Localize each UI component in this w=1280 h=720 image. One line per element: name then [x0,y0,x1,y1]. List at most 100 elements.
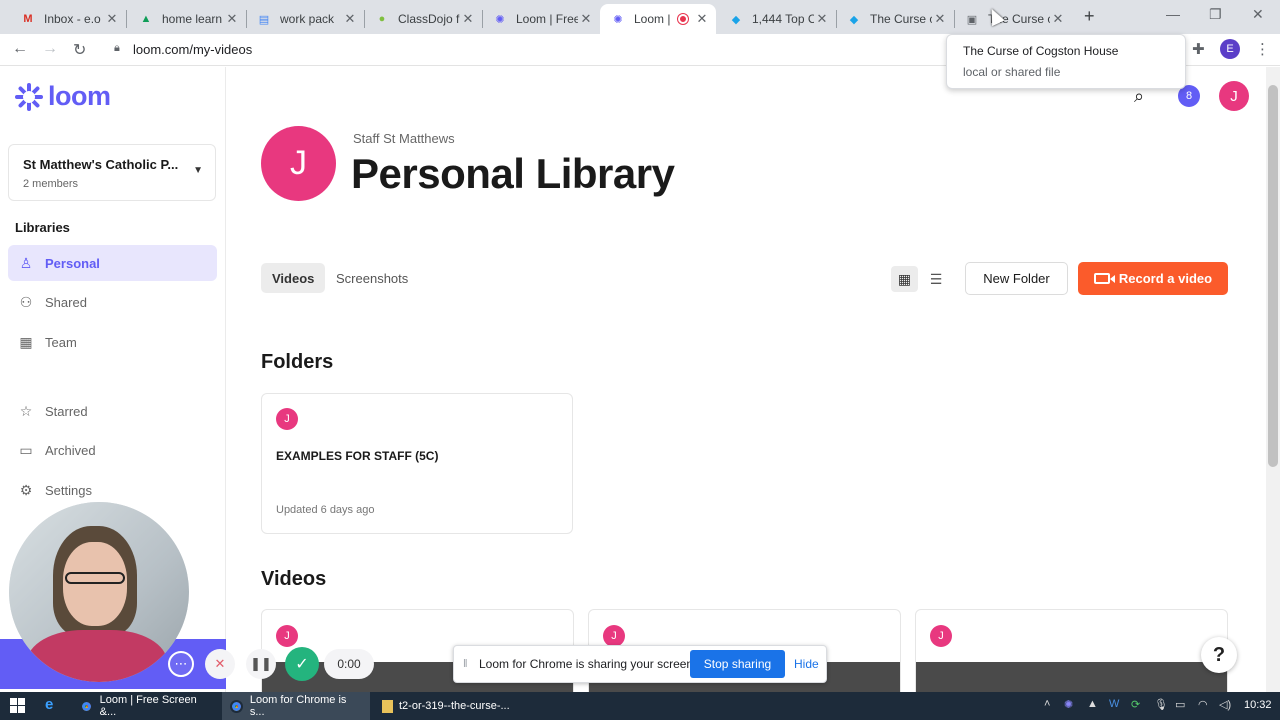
taskbar-app-loom[interactable]: Loom | Free Screen &... [72,692,220,720]
profile-avatar[interactable]: E [1220,39,1240,59]
help-button[interactable]: ? [1201,637,1237,673]
close-tab-icon[interactable]: ✕ [104,11,120,27]
close-tab-icon[interactable]: ✕ [460,11,476,27]
browser-tab-gmail[interactable]: M Inbox - e.o ✕ [10,4,126,34]
browser-tab-drive[interactable]: ▲ home learn ✕ [128,4,246,34]
close-tab-icon[interactable]: ✕ [1050,11,1066,27]
screen-sharing-notice: ‖ Loom for Chrome is sharing your screen… [453,645,827,683]
browser-tab-classdojo[interactable]: ● ClassDojo f ✕ [364,4,482,34]
clock[interactable]: 10:32 [1244,699,1272,711]
forward-arrow-icon[interactable]: → [42,40,58,58]
loom-logo-icon [15,82,43,111]
sidebar-item-archived[interactable]: ▭ Archived [8,432,217,468]
tab-videos[interactable]: Videos [261,263,326,293]
videos-heading: Videos [261,568,327,590]
user-avatar[interactable]: J [1219,81,1249,111]
video-owner-avatar: J [603,625,625,647]
taskbar-app-loom-chrome[interactable]: Loom for Chrome is s... [222,692,370,720]
finish-recording-icon[interactable]: ✓ [285,647,319,681]
drive-icon: ▲ [140,13,152,25]
grid-view-icon[interactable]: ▦ [891,266,918,292]
extensions-icon[interactable]: ✚ [1192,40,1205,58]
tab-tooltip: The Curse of Cogston House local or shar… [946,34,1186,89]
volume-icon[interactable]: ◁) [1219,698,1231,711]
browser-tab-curse-2[interactable]: ▣ The Curse c ✕ [954,4,1072,34]
edge-icon[interactable]: e [45,696,53,713]
new-tab-button[interactable]: + [1084,6,1095,27]
wifi-icon[interactable]: ◠ [1198,698,1208,711]
cancel-recording-icon[interactable]: ✕ [205,649,235,679]
restore-icon[interactable]: ❐ [1209,6,1222,23]
brand-name: loom [48,81,111,111]
libraries-heading: Libraries [15,220,70,235]
sidebar-item-team[interactable]: ▦ Team [8,324,217,360]
document-icon [382,699,393,713]
workspace-name: St Matthew's Catholic P... [23,157,179,172]
list-view-icon[interactable]: ☰ [926,266,946,292]
tab-title: Inbox - e.o [44,12,101,26]
video-card[interactable]: J [915,609,1228,699]
library-owner-avatar: J [261,126,336,201]
twinkl-icon: ◆ [849,13,859,26]
record-video-button[interactable]: Record a video [1078,262,1228,295]
tooltip-title: The Curse of Cogston House [963,44,1119,58]
close-tab-icon[interactable]: ✕ [224,11,240,27]
webcam-bubble[interactable] [9,502,189,682]
taskbar-app-title: Loom | Free Screen &... [99,694,197,718]
more-options-icon[interactable]: ⋯ [168,651,194,677]
battery-icon[interactable]: ▭ [1175,698,1185,711]
sidebar-item-starred[interactable]: ☆ Starred [8,393,217,429]
folder-card[interactable]: J EXAMPLES FOR STAFF (5C) Updated 6 days… [261,393,573,534]
tab-screenshots[interactable]: Screenshots [325,263,419,293]
drag-handle-icon[interactable]: ‖ [463,658,468,670]
docs-icon: ▤ [258,13,270,26]
reload-icon[interactable]: ↻ [73,40,86,60]
tooltip-subtitle: local or shared file [963,65,1061,79]
browser-tab-curse-1[interactable]: ◆ The Curse c ✕ [836,4,954,34]
sidebar-item-personal[interactable]: ♙ Personal [8,245,217,281]
browser-tab-docs[interactable]: ▤ work pack ✕ [246,4,364,34]
workspace-members: 2 members [23,178,79,190]
word-tray-icon[interactable]: W [1109,698,1119,710]
close-tab-icon[interactable]: ✕ [578,11,594,27]
sidebar-item-shared[interactable]: ⚇ Shared [8,284,217,320]
browser-tab-loom-active[interactable]: ✺ Loom | ✕ [600,4,716,34]
back-arrow-icon[interactable]: ← [12,40,28,58]
sharing-message: Loom for Chrome is sharing your screen. [479,657,697,671]
tray-chevron-icon[interactable]: ˄ [1044,698,1050,710]
sync-tray-icon[interactable]: ⟳ [1131,698,1140,711]
scrollbar-thumb[interactable] [1268,85,1278,467]
browser-menu-icon[interactable]: ⋮ [1255,40,1270,58]
new-folder-button[interactable]: New Folder [965,262,1068,295]
video-owner-avatar: J [930,625,952,647]
minimize-icon[interactable]: — [1166,6,1180,22]
folder-owner-avatar: J [276,408,298,430]
browser-tab-loom-free[interactable]: ✺ Loom | Free ✕ [482,4,600,34]
people-icon: ⚇ [19,293,33,310]
microphone-icon[interactable]: 🎙︎ [1154,698,1168,711]
close-window-icon[interactable]: ✕ [1252,6,1264,23]
pause-icon[interactable]: ❚❚ [246,649,276,679]
drive-tray-icon[interactable]: ▲ [1087,698,1098,710]
sidebar-item-label: Archived [45,442,96,458]
close-tab-icon[interactable]: ✕ [694,11,710,27]
loom-logo[interactable]: loom [15,81,111,112]
hide-button[interactable]: Hide [794,657,819,671]
workspace-switcher[interactable]: St Matthew's Catholic P... 2 members ▼ [8,144,216,201]
folder-name: EXAMPLES FOR STAFF (5C) [276,449,439,463]
windows-start-icon[interactable] [10,698,25,713]
close-tab-icon[interactable]: ✕ [342,11,358,27]
loom-tray-icon[interactable]: ✺ [1064,698,1073,711]
taskbar-app-document[interactable]: t2-or-319--the-curse-... [374,692,524,720]
browser-tab-strip: M Inbox - e.o ✕ ▲ home learn ✕ ▤ work pa… [0,0,1280,34]
windows-taskbar: e Loom | Free Screen &... Loom for Chrom… [0,692,1280,720]
close-tab-icon[interactable]: ✕ [814,11,830,27]
search-icon[interactable]: ⌕ [1134,86,1144,107]
loom-icon: ✺ [495,13,505,26]
chrome-icon [230,699,243,713]
close-tab-icon[interactable]: ✕ [932,11,948,27]
sidebar-item-label: Team [45,334,77,350]
url-field[interactable]: loom.com/my-videos [133,42,252,57]
stop-sharing-button[interactable]: Stop sharing [690,650,785,678]
browser-tab-twinkl[interactable]: ◆ 1,444 Top C ✕ [718,4,836,34]
